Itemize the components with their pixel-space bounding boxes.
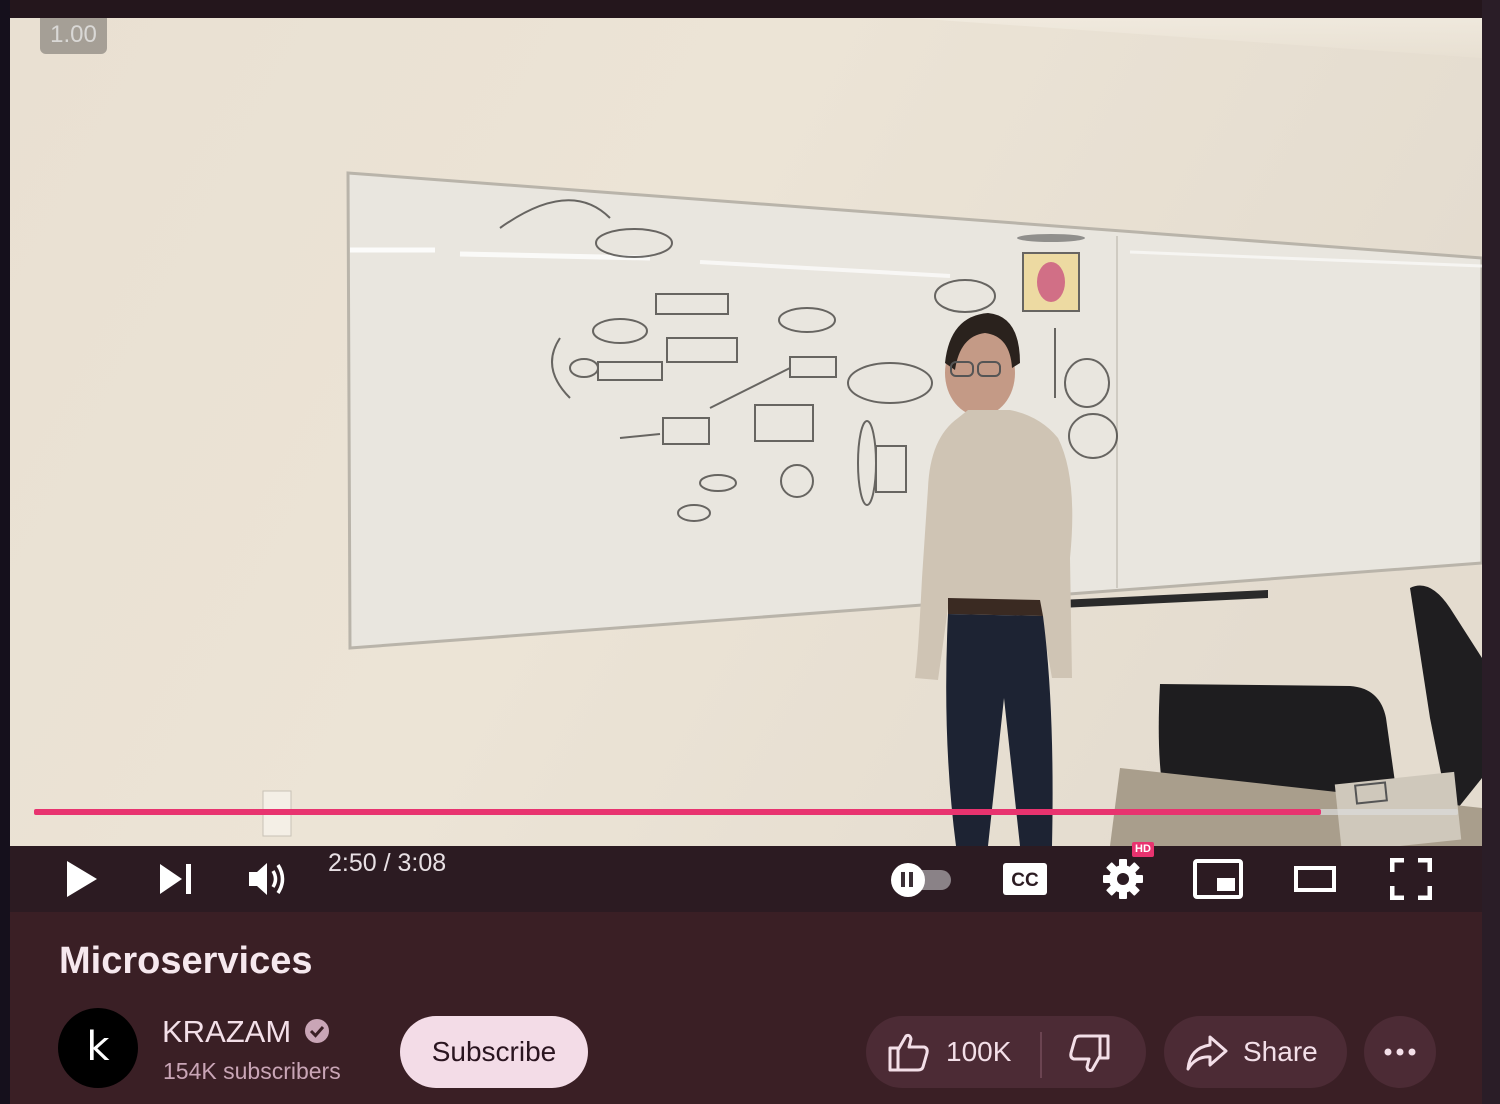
like-button[interactable]: 100K: [866, 1016, 1040, 1088]
volume-button[interactable]: [246, 846, 290, 912]
player-controls: 2:50 / 3:08 CC HD: [10, 842, 1482, 912]
theater-mode-button[interactable]: [1290, 846, 1340, 912]
fullscreen-icon: [1390, 858, 1432, 900]
subscribe-button[interactable]: Subscribe: [400, 1016, 588, 1088]
like-count: 100K: [946, 1036, 1012, 1067]
share-button[interactable]: Share: [1164, 1016, 1347, 1088]
cc-icon: CC: [1003, 863, 1047, 895]
svg-text:CC: CC: [1011, 870, 1039, 891]
top-strip: [10, 0, 1482, 18]
play-button[interactable]: [58, 846, 104, 912]
like-dislike-group: 100K: [866, 1016, 1146, 1088]
miniplayer-button[interactable]: [1192, 846, 1244, 912]
progress-bar[interactable]: [34, 809, 1458, 815]
share-icon: [1186, 1035, 1228, 1071]
share-label: Share: [1243, 1036, 1318, 1067]
settings-button[interactable]: HD: [1098, 842, 1154, 912]
channel-name[interactable]: KRAZAM: [162, 1014, 291, 1050]
more-actions-button[interactable]: [1364, 1016, 1436, 1088]
fullscreen-button[interactable]: [1386, 846, 1436, 912]
gear-icon: [1103, 859, 1143, 899]
verified-badge-icon: [305, 1019, 329, 1043]
playback-speed-badge: 1.00: [40, 18, 107, 54]
more-horizontal-icon: [1384, 1048, 1416, 1056]
video-info: Microservices k KRAZAM 154K subscribers …: [10, 912, 1482, 1104]
volume-icon: [249, 863, 285, 895]
autoplay-toggle[interactable]: [886, 846, 954, 912]
skip-next-icon: [160, 864, 191, 894]
autoplay-toggle-icon: [891, 863, 951, 897]
hd-badge: HD: [1132, 842, 1154, 857]
channel-avatar[interactable]: k: [58, 1008, 138, 1088]
next-button[interactable]: [154, 846, 198, 912]
miniplayer-icon: [1193, 859, 1243, 899]
time-display: 2:50 / 3:08: [328, 849, 447, 877]
progress-bar-fill: [34, 809, 1322, 815]
dislike-button[interactable]: [1042, 1016, 1146, 1088]
thumbs-down-icon: [1069, 1034, 1110, 1073]
video-player[interactable]: 1.00: [10, 18, 1482, 846]
video-frame[interactable]: [10, 18, 1482, 846]
subscriber-count: 154K subscribers: [163, 1058, 341, 1084]
video-title: Microservices: [59, 940, 313, 982]
captions-button[interactable]: CC: [1000, 846, 1050, 912]
theater-icon: [1294, 866, 1336, 892]
play-icon: [67, 861, 97, 897]
thumbs-up-icon: [888, 1033, 929, 1072]
